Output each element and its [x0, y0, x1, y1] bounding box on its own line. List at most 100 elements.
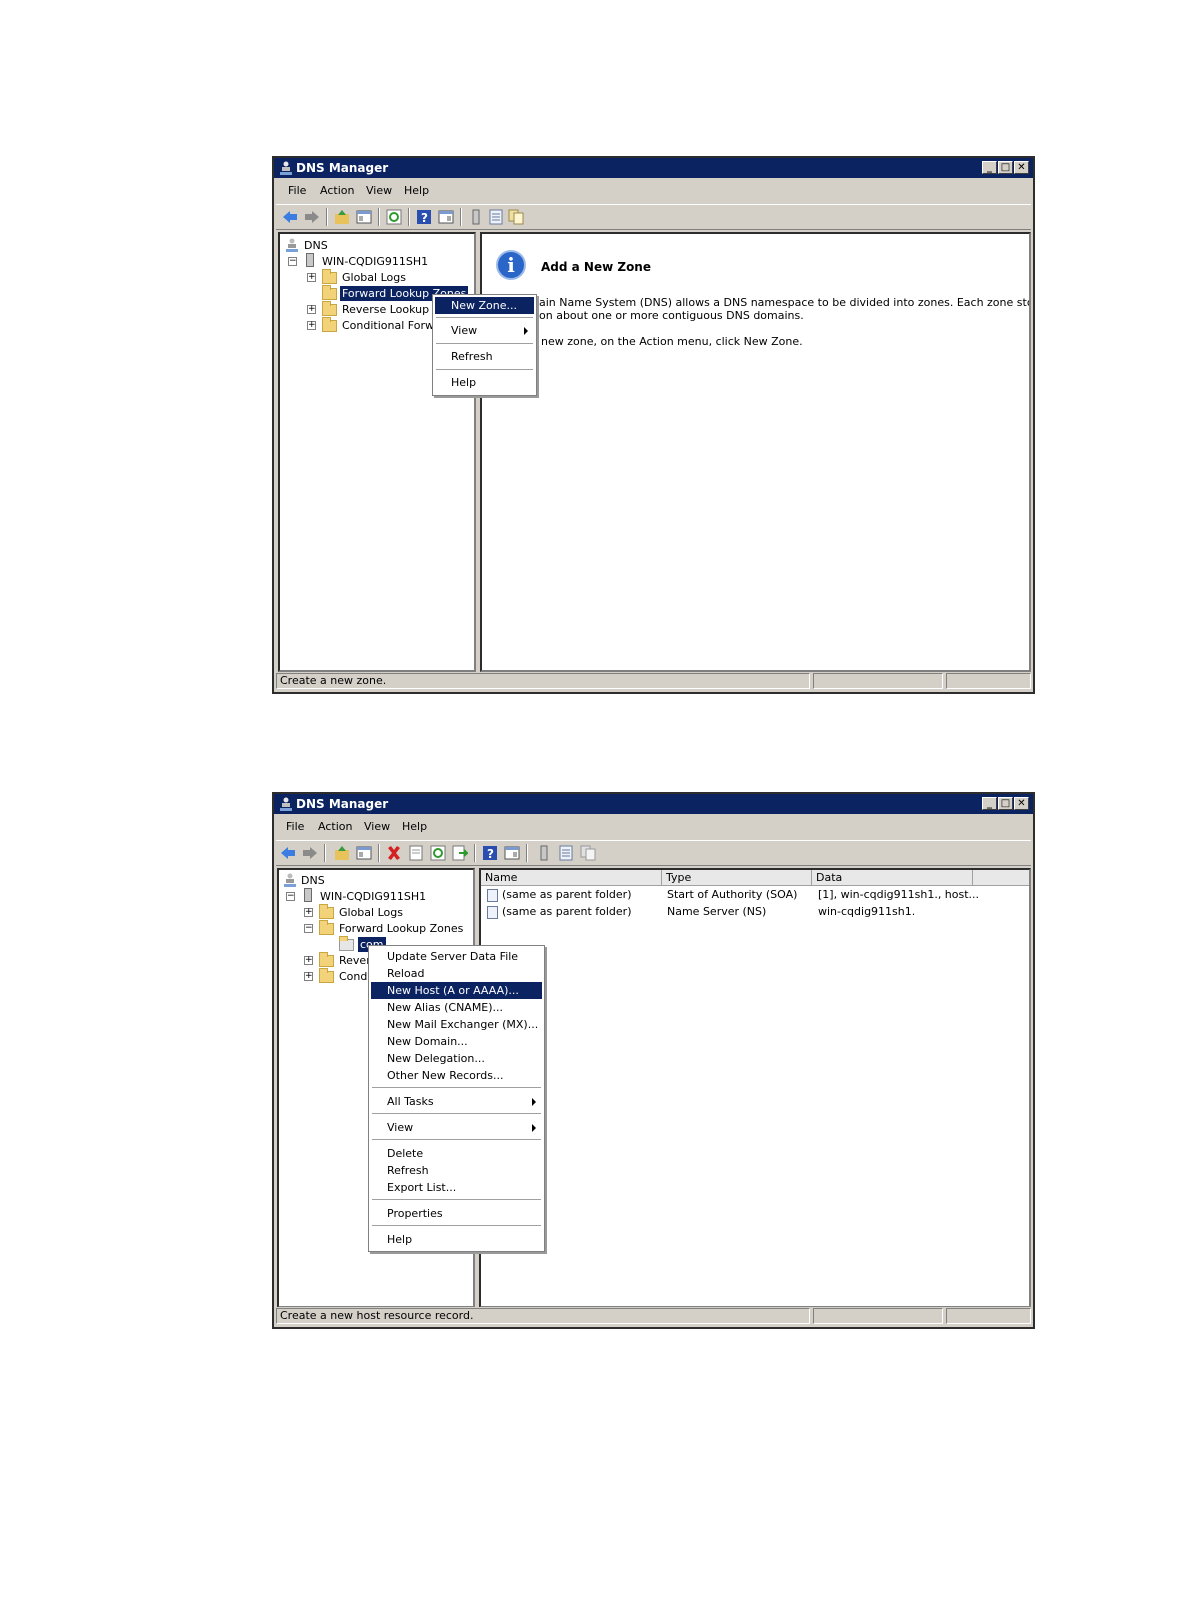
delete-icon[interactable]	[386, 845, 402, 861]
tree-node-server[interactable]: WIN-CQDIG911SH1	[320, 889, 426, 904]
menu-refresh[interactable]: Refresh	[371, 1162, 542, 1179]
properties-icon[interactable]	[408, 845, 424, 861]
menu-help[interactable]: Help	[435, 374, 534, 391]
tree-node-conditional-forwarders[interactable]: Conditional Forwar	[342, 318, 445, 333]
menu-all-tasks-label: All Tasks	[387, 1095, 434, 1108]
copy-icon[interactable]	[580, 845, 596, 861]
column-header-name[interactable]: Name	[481, 870, 662, 886]
menu-view[interactable]: View	[371, 1119, 542, 1136]
expand-global-logs-icon[interactable]: +	[304, 908, 313, 917]
show-hide-tree-icon[interactable]	[356, 845, 372, 861]
submenu-arrow-icon	[524, 327, 528, 335]
record-2-type: Name Server (NS)	[667, 905, 767, 918]
column-header-data[interactable]: Data	[812, 870, 973, 886]
tree-node-global-logs[interactable]: Global Logs	[339, 905, 403, 920]
action-pane-icon[interactable]	[504, 845, 520, 861]
close-button[interactable]: ✕	[1014, 161, 1029, 174]
record-2-data: win-cqdig911sh1.	[818, 905, 916, 918]
copy-icon[interactable]	[508, 209, 524, 225]
forward-arrow-icon[interactable]	[304, 209, 320, 225]
minimize-button[interactable]: _	[982, 161, 997, 174]
expand-conditional-icon[interactable]: +	[304, 972, 313, 981]
tree-node-reverse-lookup-zones[interactable]: Reverse Lookup Zc	[342, 302, 446, 317]
title-bar[interactable]: DNS Manager _ □ ✕	[274, 158, 1033, 178]
export-list-icon[interactable]	[452, 845, 468, 861]
collapse-server-icon[interactable]: −	[286, 892, 295, 901]
server-icon[interactable]	[468, 209, 484, 225]
tree-node-dns[interactable]: DNS	[301, 873, 325, 888]
separator	[436, 369, 533, 371]
menu-new-delegation[interactable]: New Delegation...	[371, 1050, 542, 1067]
menu-action[interactable]: Action	[320, 184, 354, 197]
menu-new-zone[interactable]: New Zone...	[435, 297, 534, 314]
menu-action[interactable]: Action	[318, 820, 352, 833]
record-2-name[interactable]: (same as parent folder)	[502, 904, 632, 920]
tree-node-reverse-lookup-zones[interactable]: Rever	[339, 953, 371, 968]
menu-export-list[interactable]: Export List...	[371, 1179, 542, 1196]
status-cell-3	[946, 673, 1031, 689]
expand-global-logs-icon[interactable]: +	[307, 273, 316, 282]
server-icon	[306, 253, 314, 267]
folder-icon	[322, 301, 337, 316]
expand-reverse-icon[interactable]: +	[304, 956, 313, 965]
server-icon[interactable]	[536, 845, 552, 861]
menu-new-domain[interactable]: New Domain...	[371, 1033, 542, 1050]
collapse-forward-icon[interactable]: −	[304, 924, 313, 933]
menu-view[interactable]: View	[366, 184, 392, 197]
menu-file[interactable]: File	[286, 820, 304, 833]
back-arrow-icon[interactable]	[282, 209, 298, 225]
tree-node-server[interactable]: WIN-CQDIG911SH1	[322, 254, 428, 269]
list-icon[interactable]	[558, 845, 574, 861]
up-folder-icon[interactable]	[334, 845, 350, 861]
action-pane-icon[interactable]	[438, 209, 454, 225]
column-header-type[interactable]: Type	[662, 870, 812, 886]
menu-help[interactable]: Help	[402, 820, 427, 833]
show-hide-tree-icon[interactable]	[356, 209, 372, 225]
status-cell-2	[813, 1308, 943, 1324]
collapse-server-icon[interactable]: −	[288, 257, 297, 266]
title-bar[interactable]: DNS Manager _ □ ✕	[274, 794, 1033, 814]
server-icon	[304, 888, 312, 902]
up-folder-icon[interactable]	[334, 209, 350, 225]
status-bar: Create a new zone.	[276, 672, 1031, 690]
menu-delete[interactable]: Delete	[371, 1145, 542, 1162]
menu-update-server-data-file[interactable]: Update Server Data File	[371, 948, 542, 965]
folder-icon	[322, 317, 337, 332]
separator	[372, 1087, 541, 1089]
back-arrow-icon[interactable]	[280, 845, 296, 861]
dns-manager-window-1: DNS Manager _ □ ✕ File Action View Help …	[272, 156, 1035, 694]
menu-refresh[interactable]: Refresh	[435, 348, 534, 365]
tree-node-forward-lookup-zones[interactable]: Forward Lookup Zones	[339, 921, 463, 936]
expand-reverse-icon[interactable]: +	[307, 305, 316, 314]
menu-all-tasks[interactable]: All Tasks	[371, 1093, 542, 1110]
menu-reload[interactable]: Reload	[371, 965, 542, 982]
menu-new-mail-exchanger[interactable]: New Mail Exchanger (MX)...	[371, 1016, 542, 1033]
info-title: Add a New Zone	[541, 260, 651, 274]
menu-other-new-records[interactable]: Other New Records...	[371, 1067, 542, 1084]
menu-new-alias[interactable]: New Alias (CNAME)...	[371, 999, 542, 1016]
forward-arrow-icon[interactable]	[302, 845, 318, 861]
help-icon[interactable]: ?	[482, 845, 498, 861]
maximize-button[interactable]: □	[998, 161, 1013, 174]
menu-properties[interactable]: Properties	[371, 1205, 542, 1222]
expand-conditional-icon[interactable]: +	[307, 321, 316, 330]
refresh-icon[interactable]	[430, 845, 446, 861]
tree-node-dns[interactable]: DNS	[304, 238, 328, 253]
close-button[interactable]: ✕	[1014, 797, 1029, 810]
menu-view[interactable]: View	[364, 820, 390, 833]
menu-new-host[interactable]: New Host (A or AAAA)...	[371, 982, 542, 999]
maximize-button[interactable]: □	[998, 797, 1013, 810]
menu-view[interactable]: View	[435, 322, 534, 339]
record-1-name[interactable]: (same as parent folder)	[502, 887, 632, 903]
menu-help[interactable]: Help	[371, 1231, 542, 1248]
help-icon[interactable]: ?	[416, 209, 432, 225]
dns-app-icon	[280, 161, 292, 175]
refresh-icon[interactable]	[386, 209, 402, 225]
menu-help[interactable]: Help	[404, 184, 429, 197]
menu-file[interactable]: File	[288, 184, 306, 197]
list-icon[interactable]	[488, 209, 504, 225]
tree-node-conditional-forwarders[interactable]: Condi	[339, 969, 370, 984]
minimize-button[interactable]: _	[982, 797, 997, 810]
tree-node-global-logs[interactable]: Global Logs	[342, 270, 406, 285]
records-pane: Name Type Data (same as parent folder) S…	[479, 868, 1031, 1308]
